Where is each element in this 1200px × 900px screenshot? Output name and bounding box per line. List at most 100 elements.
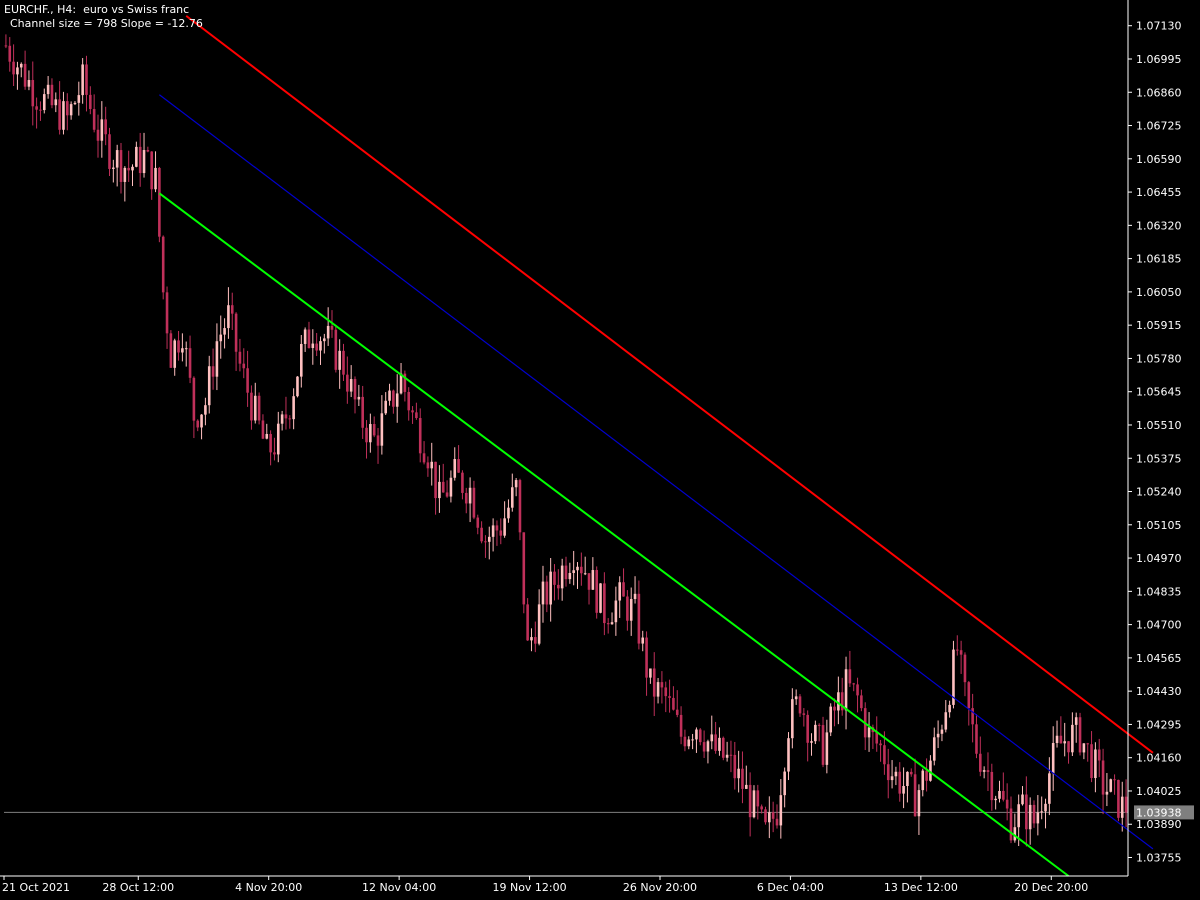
candle-body xyxy=(35,106,38,110)
candle-body xyxy=(438,481,441,499)
candle-body xyxy=(932,737,936,761)
candle-body xyxy=(200,414,203,428)
candle-body xyxy=(549,571,552,605)
candle-body xyxy=(741,768,744,789)
candle-body xyxy=(280,414,284,424)
candle xyxy=(19,62,23,78)
candle xyxy=(856,677,859,713)
candle-body xyxy=(62,101,65,130)
candle-body xyxy=(591,570,595,590)
candle-body xyxy=(1040,811,1043,813)
candle xyxy=(108,127,111,176)
candle xyxy=(1048,757,1051,816)
candle xyxy=(840,677,844,716)
candle xyxy=(131,164,134,187)
candle-body xyxy=(537,604,541,644)
candle xyxy=(100,101,104,158)
candle-body xyxy=(1101,760,1105,795)
candle-body xyxy=(518,480,522,533)
candle-body xyxy=(787,738,790,772)
candle xyxy=(802,708,806,727)
candle-body xyxy=(1082,743,1086,753)
candle-body xyxy=(361,396,364,428)
candle xyxy=(725,741,729,762)
plot-area xyxy=(4,34,1128,847)
y-tick-label: 1.05510 xyxy=(1136,419,1182,432)
candle-body xyxy=(645,637,648,678)
candle-body xyxy=(342,350,345,375)
candle-body xyxy=(457,459,460,473)
candle-body xyxy=(637,593,641,644)
candle xyxy=(791,688,794,749)
candle-body xyxy=(955,649,959,651)
candle xyxy=(273,437,276,461)
candle-body xyxy=(177,340,180,353)
candle-body xyxy=(1094,749,1097,779)
candle-body xyxy=(806,714,809,743)
candle-body xyxy=(1074,717,1078,725)
candle xyxy=(752,785,756,819)
candle-body xyxy=(906,771,909,787)
candle xyxy=(476,514,480,535)
candle-body xyxy=(714,734,717,751)
candle-body xyxy=(276,423,280,455)
candle xyxy=(127,150,130,182)
candle xyxy=(522,532,526,614)
candle xyxy=(219,315,223,359)
candle-body xyxy=(46,84,50,95)
candle xyxy=(794,689,798,705)
candle-body xyxy=(745,784,748,789)
candle xyxy=(825,719,829,774)
candle-body xyxy=(683,736,687,747)
candle-body xyxy=(253,395,257,421)
candle-body xyxy=(986,770,990,772)
y-tick-label: 1.04025 xyxy=(1136,785,1182,798)
candle xyxy=(319,336,322,365)
y-tick-label: 1.03890 xyxy=(1136,818,1182,831)
candle xyxy=(622,568,625,597)
candle-body xyxy=(211,366,215,377)
candle-body xyxy=(357,396,361,400)
candle xyxy=(633,576,637,604)
candle-body xyxy=(510,487,514,508)
candle-body xyxy=(656,682,660,697)
candle xyxy=(257,392,261,425)
candle-body xyxy=(963,654,967,683)
candle-body xyxy=(165,292,169,334)
candle-body xyxy=(913,774,917,817)
candle xyxy=(810,733,813,756)
candle-body xyxy=(1067,741,1070,753)
candle-body xyxy=(461,472,464,493)
candle xyxy=(599,583,602,614)
candle xyxy=(660,671,664,704)
candle-body xyxy=(441,481,445,493)
candle xyxy=(982,766,986,779)
candle-body xyxy=(353,379,357,400)
candle xyxy=(994,795,997,810)
candle xyxy=(656,678,660,704)
candle-body xyxy=(495,525,499,531)
candle xyxy=(211,348,215,390)
y-tick-label: 1.05780 xyxy=(1136,352,1182,365)
candle-body xyxy=(572,570,575,573)
candle xyxy=(415,402,418,420)
candle xyxy=(16,61,19,90)
candle-body xyxy=(1036,812,1040,824)
candle-body xyxy=(975,724,978,754)
candle xyxy=(886,748,890,799)
candle xyxy=(23,50,27,90)
price-chart[interactable]: 1.07130 1.06995 1.06860 1.06725 1.06590 1.064… xyxy=(0,0,1200,900)
candle xyxy=(177,330,180,361)
candle-body xyxy=(491,525,495,537)
candle-body xyxy=(292,396,295,420)
candle xyxy=(453,447,457,481)
candle xyxy=(461,470,464,500)
candle-body xyxy=(599,583,602,613)
candle xyxy=(745,765,748,789)
candle-body xyxy=(691,739,694,741)
candle-body xyxy=(1109,779,1113,792)
candle-body xyxy=(844,669,848,711)
candle-body xyxy=(530,637,533,641)
candle xyxy=(695,727,698,753)
candle xyxy=(530,628,533,652)
